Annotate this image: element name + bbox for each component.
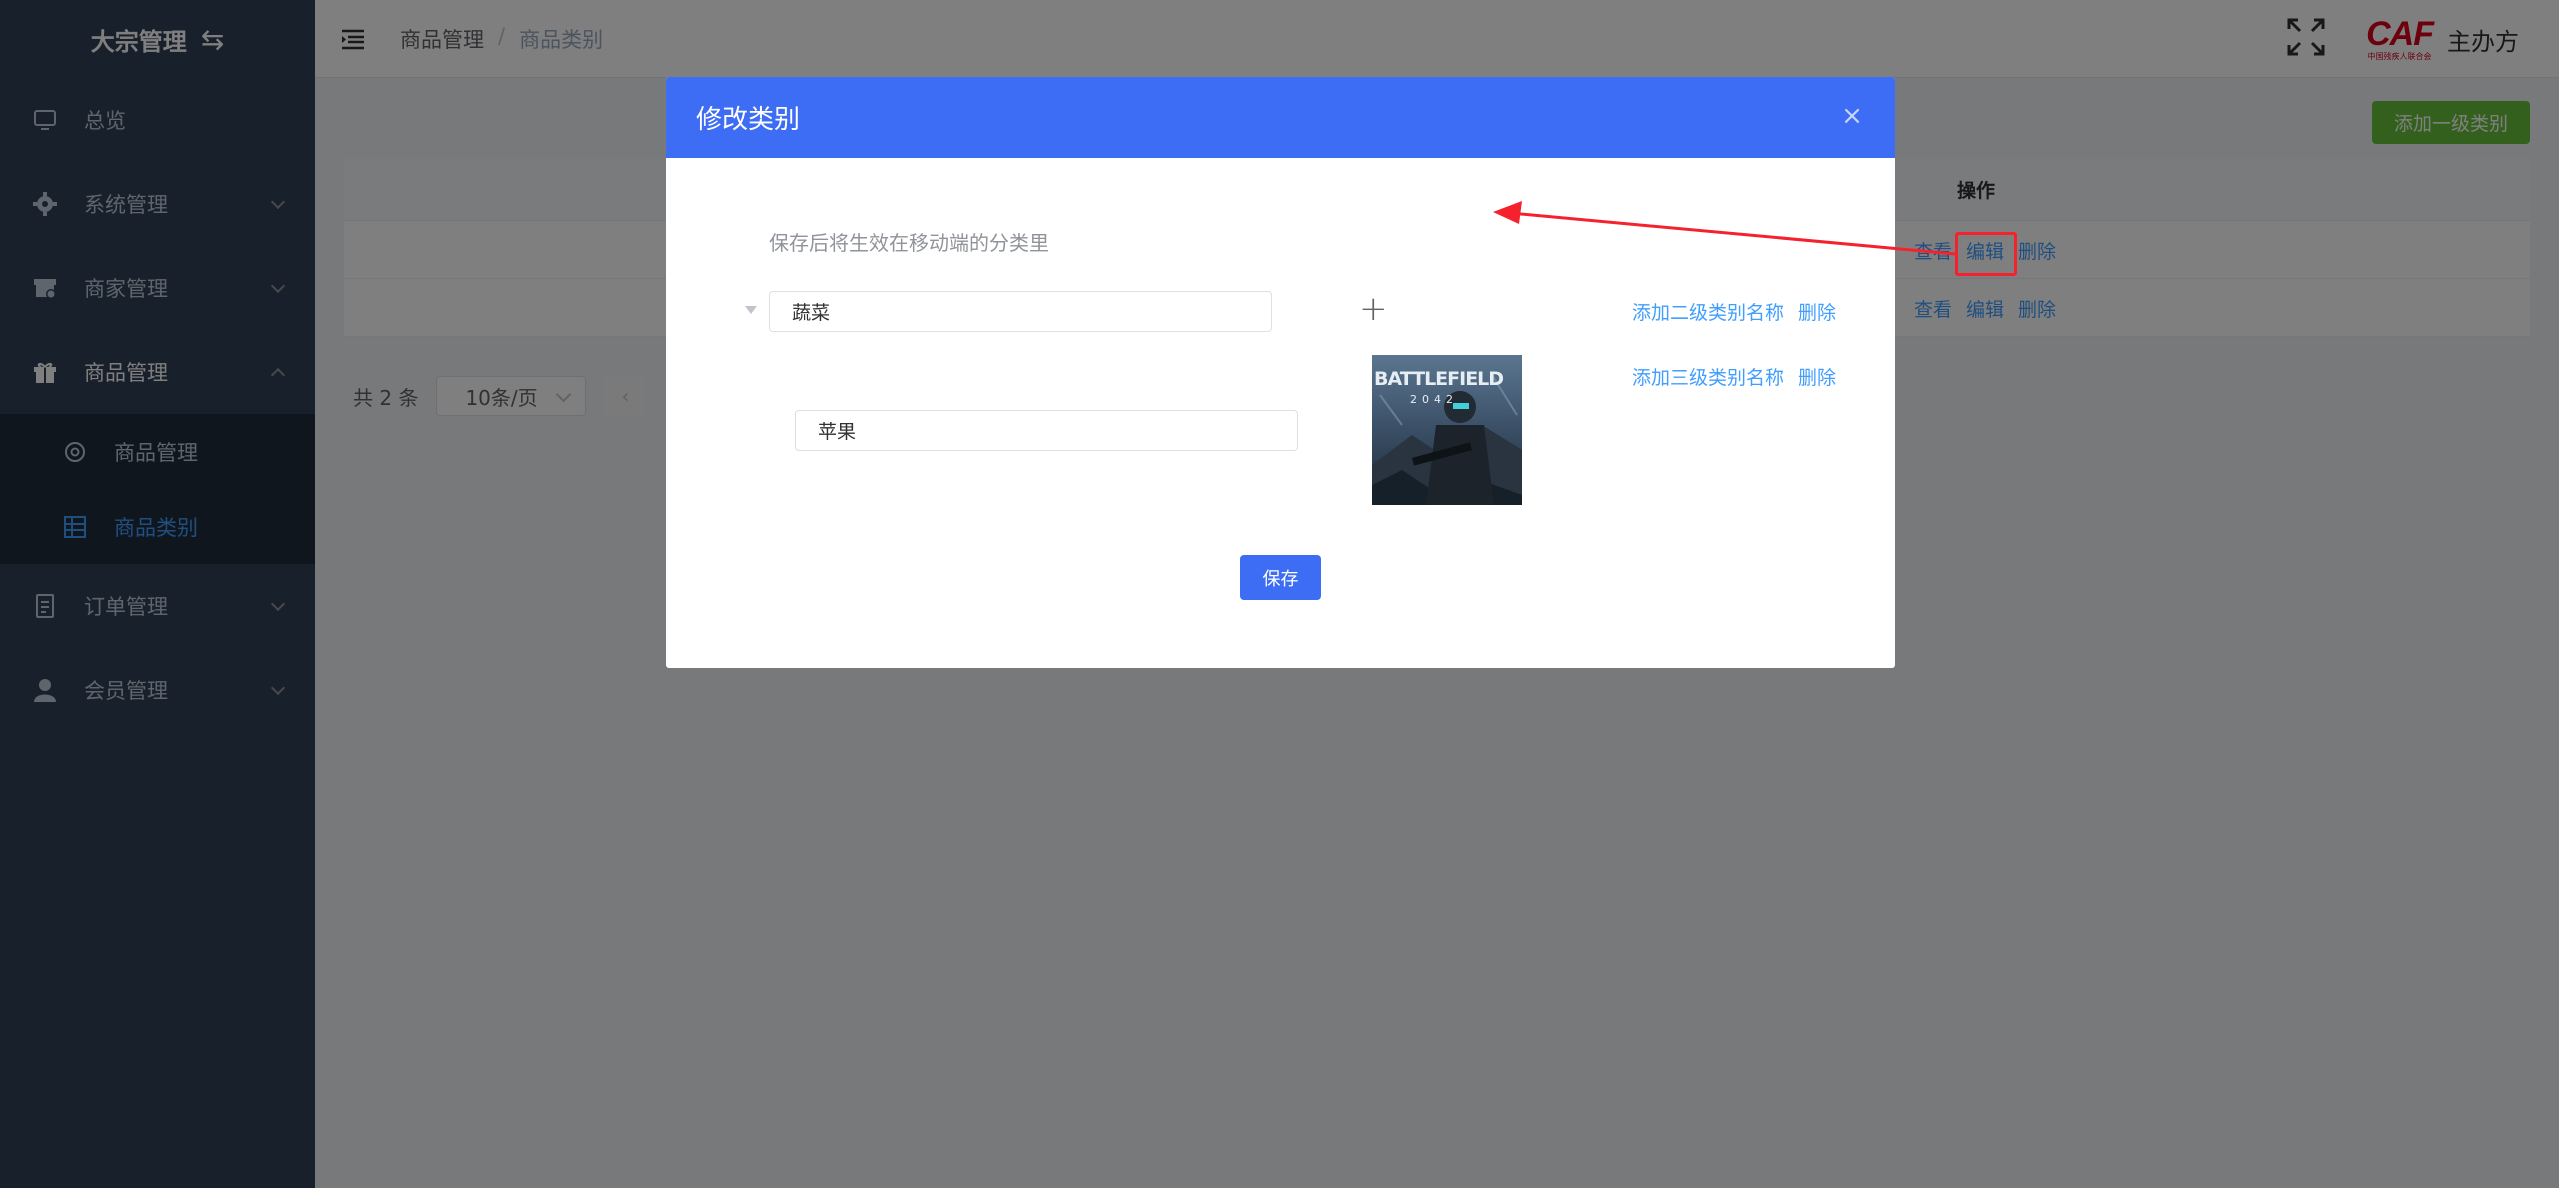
add-level2-link[interactable]: 添加二级类别名称: [1632, 298, 1784, 325]
dialog-header: 修改类别 ×: [666, 77, 1895, 158]
level1-name-input[interactable]: 蔬菜: [769, 291, 1272, 332]
thumbnail-subtitle: 2042: [1410, 393, 1458, 406]
delete-link[interactable]: 删除: [1798, 298, 1836, 325]
level2-actions: 添加三级类别名称 删除: [1632, 363, 1836, 390]
level2-value: 苹果: [818, 421, 857, 443]
category-thumbnail[interactable]: BATTLEFIELD 2042: [1372, 355, 1522, 505]
caret-down-icon[interactable]: [745, 306, 757, 314]
dialog-title: 修改类别: [696, 105, 801, 135]
level2-name-input[interactable]: 苹果: [795, 410, 1298, 451]
annotation-highlight-box: [1955, 232, 2017, 276]
level1-actions: 添加二级类别名称 删除: [1632, 298, 1836, 325]
upload-plus-icon[interactable]: +: [1359, 289, 1388, 329]
add-level3-link[interactable]: 添加三级类别名称: [1632, 363, 1784, 390]
edit-category-dialog: 修改类别 × 保存后将生效在移动端的分类里 蔬菜 + 添加二级类别名称 删除 苹…: [666, 77, 1895, 668]
thumbnail-title: BATTLEFIELD: [1374, 368, 1503, 390]
save-button[interactable]: 保存: [1240, 555, 1321, 600]
delete-link[interactable]: 删除: [1798, 363, 1836, 390]
dialog-hint: 保存后将生效在移动端的分类里: [769, 231, 1049, 255]
close-icon[interactable]: ×: [1839, 103, 1865, 129]
level1-value: 蔬菜: [792, 302, 831, 324]
